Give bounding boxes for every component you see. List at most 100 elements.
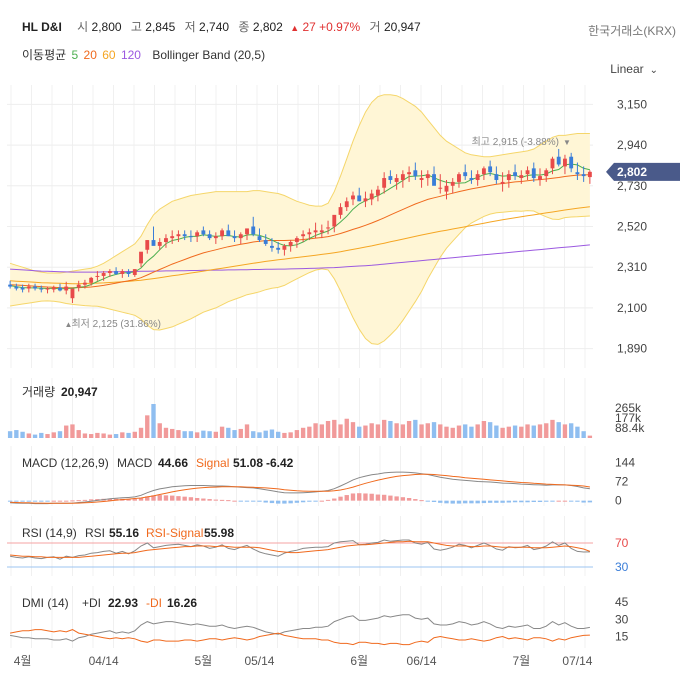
volume-bar: [519, 426, 524, 438]
candle-body: [276, 247, 281, 250]
macd-histogram-bar: [581, 500, 586, 503]
macd-histogram-bar: [319, 500, 325, 502]
volume-bar: [338, 424, 343, 438]
macd-histogram-bar: [438, 500, 443, 503]
macd-histogram-bar: [82, 499, 88, 501]
rsi-signal-value: 55.98: [204, 526, 234, 540]
volume-bar: [26, 433, 32, 438]
volume-bar: [76, 430, 81, 438]
candle-body: [506, 174, 511, 180]
dmi-tick-label: 45: [615, 595, 629, 609]
candle-body: [288, 242, 293, 246]
x-tick-label: 5월: [195, 654, 213, 668]
candle-body: [307, 232, 312, 235]
volume-bar: [581, 431, 586, 438]
macd-histogram-bar: [419, 500, 424, 502]
candle-body: [481, 168, 486, 175]
volume-panel-title: 거래량: [22, 385, 55, 399]
volume-bar: [587, 435, 593, 438]
volume-bar: [113, 434, 119, 438]
candle-body: [369, 193, 374, 200]
volume-bar: [282, 432, 287, 438]
volume-bar: [487, 422, 493, 438]
volume-bar: [319, 424, 325, 438]
x-tick-label: 7월: [512, 654, 530, 668]
candle-body: [238, 234, 243, 239]
candle-body: [251, 226, 256, 235]
volume-bar: [82, 433, 88, 438]
candle-body: [457, 174, 461, 182]
rsi-tick-label: 30: [615, 560, 629, 574]
candle-body: [8, 284, 13, 287]
volume-bar: [39, 432, 44, 438]
candle-body: [176, 234, 181, 237]
candle-body: [569, 156, 574, 169]
volume-bar: [388, 421, 393, 438]
macd-histogram-bar: [313, 500, 318, 502]
volume-bar: [463, 424, 468, 438]
macd-histogram-bar: [238, 500, 243, 502]
candle-body: [26, 286, 31, 289]
volume-bar: [568, 423, 574, 438]
x-tick-label: 4월: [14, 654, 32, 668]
macd-histogram-bar: [307, 500, 312, 502]
macd-histogram-bar: [213, 499, 219, 501]
max-price-annotation: 최고 2,915 (-3.88%): [472, 136, 559, 148]
volume-bar: [88, 434, 94, 438]
candle-body: [282, 245, 287, 250]
volume-bar: [431, 422, 437, 438]
stock-chart[interactable]: 최고 2,915 (-3.88%) ▼▲ 최저 2,125 (31.86%)3,15…: [0, 0, 680, 697]
dmi-panel-title: DMI (14): [22, 596, 69, 610]
macd-histogram-bar: [226, 500, 231, 502]
volume-bar: [531, 425, 536, 438]
dmi-tick-label: 15: [615, 630, 629, 644]
volume-bar: [332, 419, 337, 438]
macd-histogram-bar: [431, 500, 437, 502]
last-price-label: 2,802: [617, 165, 647, 179]
macd-histogram-bar: [425, 500, 430, 502]
macd-histogram-bar: [525, 500, 530, 503]
volume-bar: [406, 421, 412, 438]
volume-bar: [126, 432, 131, 438]
macd-histogram-bar: [568, 500, 574, 502]
volume-bar: [132, 431, 137, 438]
macd-histogram-bar: [176, 496, 181, 501]
macd-histogram-bar: [232, 500, 237, 502]
macd-histogram-bar: [32, 500, 38, 502]
macd-histogram-bar: [456, 500, 462, 504]
pdi-value: 22.93: [108, 596, 138, 610]
candle-body: [382, 178, 387, 188]
volume-bar: [537, 424, 543, 438]
volume-bar: [512, 425, 518, 438]
price-tick-label: 2,520: [617, 220, 647, 234]
macd-histogram-bar: [338, 496, 343, 501]
candle-body: [58, 287, 62, 291]
macd-histogram-bar: [400, 497, 406, 501]
candle-body: [120, 271, 125, 274]
candle-body: [525, 170, 530, 175]
volume-bar: [145, 415, 150, 438]
candle-body: [531, 168, 536, 179]
volume-bar: [500, 427, 505, 438]
macd-histogram-bar: [288, 500, 293, 504]
volume-bar: [381, 419, 387, 438]
candle-body: [101, 273, 106, 276]
volume-bar: [325, 421, 331, 438]
macd-label: MACD: [117, 456, 153, 470]
volume-bar: [288, 432, 293, 438]
macd-histogram-bar: [487, 500, 493, 503]
candle-body: [145, 240, 150, 250]
volume-bar: [207, 431, 212, 438]
candle-body: [319, 230, 324, 233]
candle-body: [220, 230, 225, 237]
macd-value: 44.66: [158, 456, 188, 470]
macd-tick-label: 144: [615, 455, 635, 469]
x-tick-label: 07/14: [562, 654, 592, 668]
volume-bar: [506, 426, 512, 438]
volume-bar: [575, 426, 580, 438]
volume-bar: [14, 430, 19, 438]
macd-histogram-bar: [325, 499, 331, 501]
volume-bar: [120, 432, 125, 438]
candle-body: [400, 174, 405, 180]
candle-body: [195, 232, 200, 237]
